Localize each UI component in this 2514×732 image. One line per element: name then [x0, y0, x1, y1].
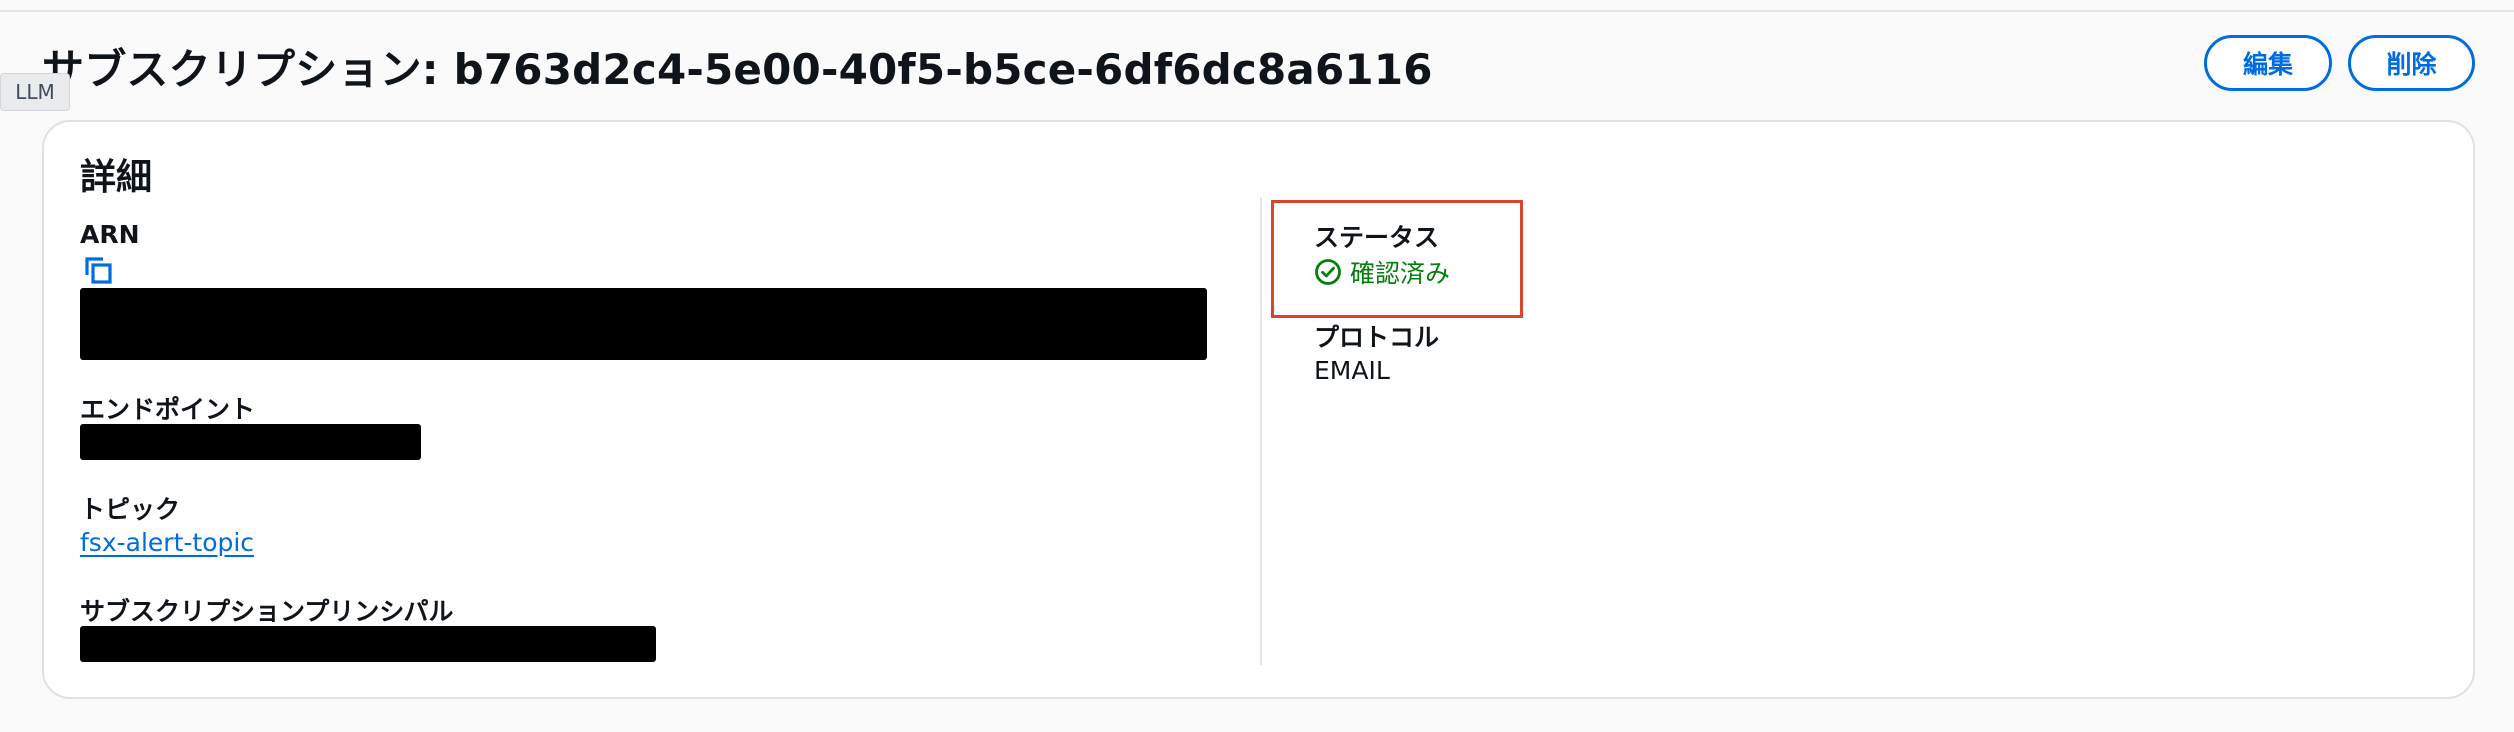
page-title: サブスクリプション: b763d2c4-5e00-40f5-b5ce-6df6d… — [42, 45, 1433, 94]
copy-icon[interactable] — [82, 254, 114, 286]
endpoint-value-redacted — [80, 424, 421, 460]
top-divider — [0, 10, 2514, 12]
llm-tooltip: LLM — [0, 73, 70, 111]
arn-label: ARN — [80, 220, 140, 249]
status-label: ステータス — [1314, 223, 1440, 252]
principal-label: サブスクリプションプリンシパル — [80, 597, 454, 626]
protocol-value: EMAIL — [1314, 356, 1390, 385]
endpoint-label: エンドポイント — [80, 395, 256, 424]
topic-link[interactable]: fsx-alert-topic — [80, 528, 254, 557]
details-panel: 詳細 ARN エンドポイント トピック fsx-alert-topic サブスク… — [42, 120, 2475, 699]
protocol-label: プロトコル — [1314, 323, 1440, 352]
topic-label: トピック — [80, 495, 181, 524]
delete-button[interactable]: 削除 — [2348, 35, 2475, 91]
check-circle-icon — [1315, 259, 1341, 285]
status-text: 確認済み — [1350, 259, 1451, 288]
arn-value-redacted — [80, 288, 1207, 360]
column-divider — [1260, 197, 1262, 665]
edit-button[interactable]: 編集 — [2204, 35, 2332, 91]
details-title: 詳細 — [80, 157, 153, 198]
principal-value-redacted — [80, 626, 656, 662]
status-value: 確認済み — [1314, 254, 1450, 290]
